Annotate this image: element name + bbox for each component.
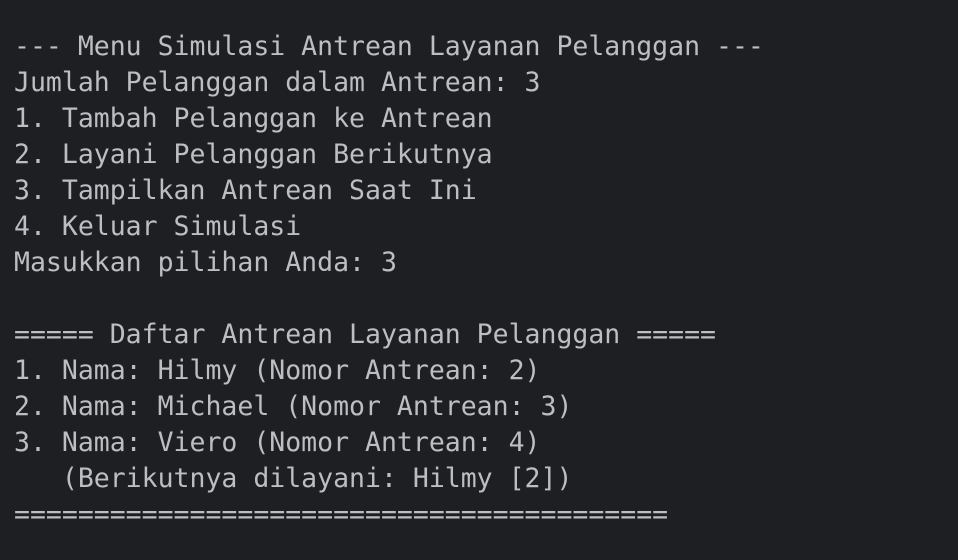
queue-list-footer: ========================================…	[14, 499, 669, 530]
next-served-line: (Berikutnya dilayani: Hilmy [2])	[14, 463, 573, 494]
queue-list-header: ===== Daftar Antrean Layanan Pelanggan =…	[14, 319, 716, 350]
menu-option-4: 4. Keluar Simulasi	[14, 211, 302, 242]
terminal-output[interactable]: --- Menu Simulasi Antrean Layanan Pelang…	[0, 0, 958, 560]
menu-header-line: --- Menu Simulasi Antrean Layanan Pelang…	[14, 31, 764, 62]
queue-entry-1: 1. Nama: Hilmy (Nomor Antrean: 2)	[14, 355, 541, 386]
input-prompt-line: Masukkan pilihan Anda: 3	[14, 247, 397, 278]
queue-entry-2: 2. Nama: Michael (Nomor Antrean: 3)	[14, 391, 573, 422]
menu-option-3: 3. Tampilkan Antrean Saat Ini	[14, 175, 477, 206]
menu-option-1: 1. Tambah Pelanggan ke Antrean	[14, 103, 493, 134]
queue-entry-3: 3. Nama: Viero (Nomor Antrean: 4)	[14, 427, 541, 458]
menu-option-2: 2. Layani Pelanggan Berikutnya	[14, 139, 493, 170]
queue-count-line: Jumlah Pelanggan dalam Antrean: 3	[14, 67, 541, 98]
